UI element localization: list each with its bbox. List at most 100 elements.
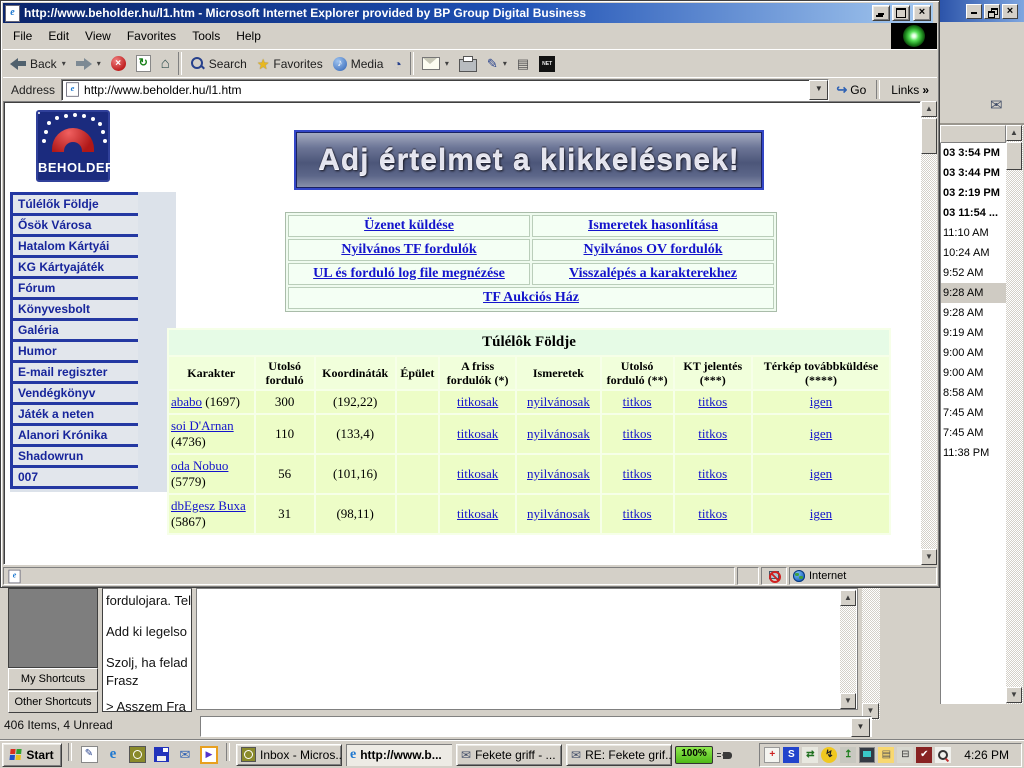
message-list-item[interactable]: 9:28 AM (941, 283, 1006, 303)
scroll-down-icon[interactable]: ▼ (921, 549, 937, 565)
last-turn-link[interactable]: titkos (623, 394, 652, 409)
history-button[interactable]: ◔ (388, 53, 406, 75)
address-input[interactable]: e http://www.beholder.hu/l1.htm ▼ (61, 79, 829, 101)
outlook-column-header[interactable] (940, 125, 1006, 143)
favorites-button[interactable]: ★Favorites (252, 53, 328, 75)
message-list-item[interactable]: 9:28 AM (941, 303, 1006, 323)
banner-ad[interactable]: Adj értelmet a klikkelésnek! (294, 130, 764, 190)
go-button[interactable]: ↪Go (829, 82, 873, 98)
sidebar-item-alanori-kr-nika[interactable]: Alanori Krónika (10, 423, 138, 444)
antivirus-icon[interactable]: ✔ (916, 747, 932, 763)
last-turn-link[interactable]: titkos (623, 426, 652, 441)
character-link-ababo[interactable]: ababo (171, 394, 202, 409)
sidebar-item-gal-ria[interactable]: Galéria (10, 318, 138, 339)
message-list-item[interactable]: 11:10 AM (941, 223, 1006, 243)
fresh-turns-link[interactable]: titkosak (457, 394, 498, 409)
character-link-oda-nobuo[interactable]: oda Nobuo (171, 458, 228, 473)
sidebar-item-humor[interactable]: Humor (10, 339, 138, 360)
menu-favorites[interactable]: Favorites (119, 25, 184, 47)
display-settings-icon[interactable] (859, 747, 875, 763)
close-button[interactable]: × (913, 5, 931, 21)
map-forward-link[interactable]: igen (810, 466, 832, 481)
scrollbar-thumb[interactable] (1006, 142, 1022, 170)
task-button-re-fekete-grif[interactable]: ✉RE: Fekete grif... (566, 744, 672, 766)
sync-icon[interactable]: ⇄ (802, 747, 818, 763)
sidebar-item-e-mail-regiszter[interactable]: E-mail regiszter (10, 360, 138, 381)
outlook-status-field[interactable]: ▼ (200, 716, 872, 737)
discuss-button[interactable]: ▤ (512, 53, 534, 75)
sidebar-item-shadowrun[interactable]: Shadowrun (10, 444, 138, 465)
menu-view[interactable]: View (77, 25, 119, 47)
sidebar-item-j-t-k-a-neten[interactable]: Játék a neten (10, 402, 138, 423)
ie-titlebar[interactable]: e http://www.beholder.hu/l1.htm - Micros… (3, 3, 933, 23)
message-list-item[interactable]: 9:19 AM (941, 323, 1006, 343)
outlook-minimize-button[interactable] (966, 4, 982, 19)
outlook-close-button[interactable] (1002, 4, 1018, 19)
message-list-item[interactable]: 03 3:44 PM (941, 163, 1006, 183)
scroll-up-icon[interactable]: ▲ (921, 101, 937, 117)
my-shortcuts-button[interactable]: My Shortcuts (8, 668, 98, 690)
eject-hardware-icon[interactable]: ↥ (840, 747, 856, 763)
page-link-tf-aukci-s-h-z[interactable]: TF Aukciós Ház (483, 290, 579, 305)
message-list-item[interactable]: 03 3:54 PM (941, 143, 1006, 163)
sidebar-item-t-l-l-k-f-ldje[interactable]: Túlélők Földje (10, 192, 138, 213)
message-list-item[interactable]: 11:38 PM (941, 443, 1006, 463)
sidebar-item-f-rum[interactable]: Fórum (10, 276, 138, 297)
knowledge-link[interactable]: nyilvánosak (527, 506, 590, 521)
message-list-item[interactable]: 03 2:19 PM (941, 183, 1006, 203)
back-button[interactable]: Back▾ (5, 53, 71, 75)
quicklaunch-compose-mail-icon[interactable]: ✎ (78, 744, 100, 766)
pcanywhere-icon[interactable]: S (783, 747, 799, 763)
knowledge-link[interactable]: nyilvánosak (527, 394, 590, 409)
outlook-message-list[interactable]: 03 3:54 PM03 3:44 PM03 2:19 PM03 11:54 .… (940, 143, 1006, 704)
edit-button[interactable]: ✎▾ (482, 53, 512, 75)
sidebar-item-kg-k-rtyaj-t-k[interactable]: KG Kártyajáték (10, 255, 138, 276)
outlook-restore-button[interactable] (984, 4, 1000, 19)
address-dropdown-icon[interactable]: ▼ (809, 80, 828, 100)
last-turn-link[interactable]: titkos (623, 466, 652, 481)
page-scrollbar[interactable]: ▲ ▼ (921, 101, 937, 565)
message-list-item[interactable]: 9:52 AM (941, 263, 1006, 283)
page-link-zenet-k-ld-se[interactable]: Üzenet küldése (364, 218, 454, 233)
power-profile-icon[interactable]: ↯ (821, 747, 837, 763)
map-forward-link[interactable]: igen (810, 394, 832, 409)
kt-report-link[interactable]: titkos (698, 506, 727, 521)
menu-tools[interactable]: Tools (184, 25, 228, 47)
message-list-item[interactable]: 7:45 AM (941, 423, 1006, 443)
outlook-preview-pane[interactable]: ▲ ▼ (196, 588, 858, 710)
quicklaunch-floppy-icon[interactable] (150, 744, 172, 766)
page-link-ul-s-fordul-log-file-megn-z-se[interactable]: UL és forduló log file megnézése (313, 266, 505, 281)
sidebar-item-s-k-v-rosa[interactable]: Ősök Városa (10, 213, 138, 234)
quicklaunch-internet-explorer-icon[interactable]: e (102, 744, 124, 766)
menu-edit[interactable]: Edit (40, 25, 77, 47)
sidebar-item-vend-gk-nyv[interactable]: Vendégkönyv (10, 381, 138, 402)
messenger-icon[interactable]: ▤ (878, 747, 894, 763)
menu-help[interactable]: Help (228, 25, 269, 47)
stop-button[interactable]: × (106, 53, 131, 75)
menu-file[interactable]: File (5, 25, 40, 47)
media-button[interactable]: ♪Media (328, 53, 389, 75)
task-button-fekete-griff[interactable]: ✉Fekete griff - ... (456, 744, 562, 766)
page-link-nyilv-nos-tf-fordul-k[interactable]: Nyilvános TF fordulók (341, 242, 476, 257)
printer-icon[interactable]: ⊟ (897, 747, 913, 763)
start-button[interactable]: Start (2, 743, 62, 767)
kt-report-link[interactable]: titkos (698, 426, 727, 441)
task-button-inbox-micros[interactable]: Inbox - Micros... (236, 744, 342, 766)
other-shortcuts-button[interactable]: Other Shortcuts (8, 691, 98, 713)
print-button[interactable] (454, 53, 482, 75)
map-forward-link[interactable]: igen (810, 426, 832, 441)
knowledge-link[interactable]: nyilvánosak (527, 426, 590, 441)
taskbar-clock[interactable]: 4:26 PM (954, 748, 1015, 762)
fresh-turns-link[interactable]: titkosak (457, 466, 498, 481)
message-list-item[interactable]: 10:24 AM (941, 243, 1006, 263)
preview-scrollbar[interactable]: ▲ ▼ (840, 590, 856, 708)
quicklaunch-mail-sync-icon[interactable]: ✉ (174, 744, 196, 766)
last-turn-link[interactable]: titkos (623, 506, 652, 521)
sidebar-item-hatalom-k-rty-i[interactable]: Hatalom Kártyái (10, 234, 138, 255)
character-link-dbegesz-buxa[interactable]: dbEgesz Buxa (171, 498, 246, 513)
scroll-down-icon[interactable]: ▼ (1006, 687, 1022, 703)
scroll-down-icon[interactable]: ▼ (840, 693, 856, 709)
kt-report-link[interactable]: titkos (698, 466, 727, 481)
magnifier-icon[interactable] (935, 747, 951, 763)
mail-button[interactable]: ▾ (417, 53, 454, 75)
